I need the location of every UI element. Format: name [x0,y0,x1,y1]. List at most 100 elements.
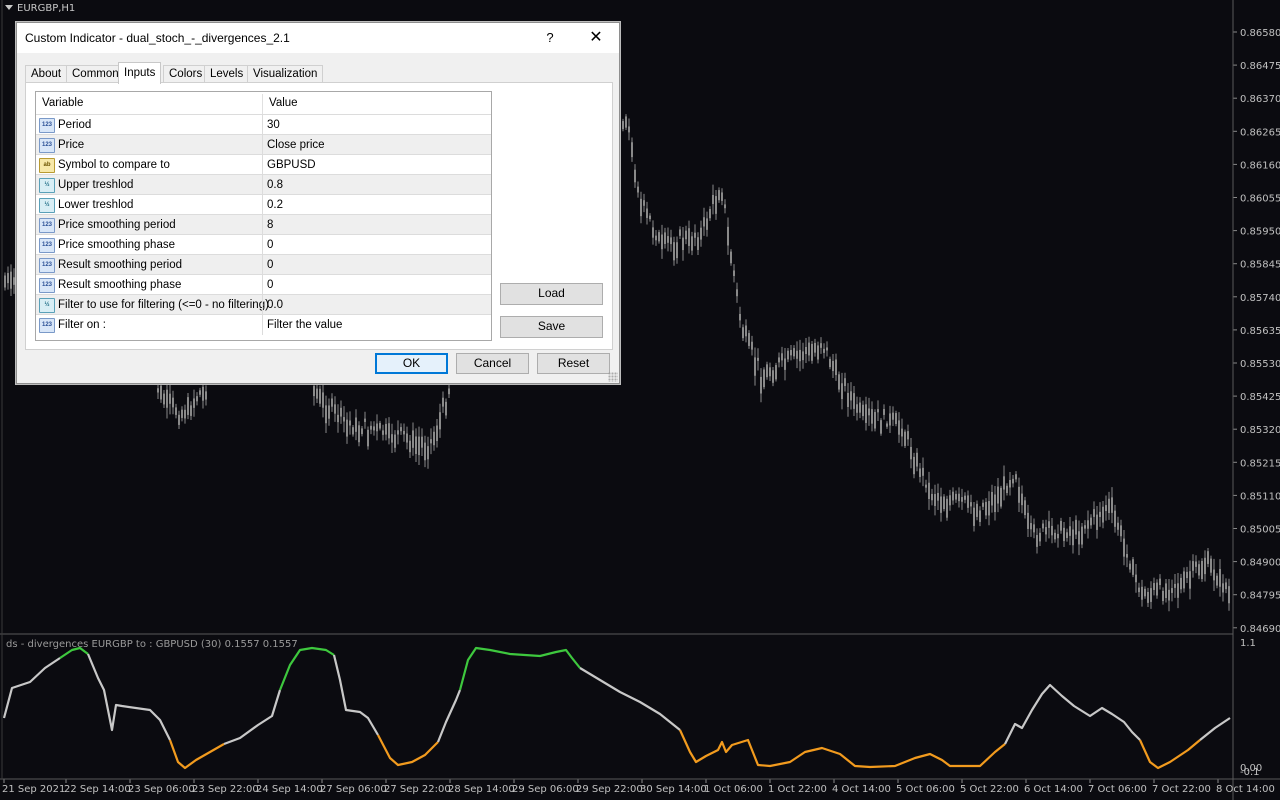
candle-body [661,234,663,250]
value-cell[interactable]: GBPUSD [267,155,316,175]
indicator-line-segment [377,734,439,767]
double-icon: ½ [39,198,55,213]
time-tick-label: 23 Sep 06:00 [128,784,195,795]
tab-levels[interactable]: Levels [204,65,250,83]
candle-body [376,423,378,432]
candle-body [859,402,861,413]
cancel-button[interactable]: Cancel [456,353,529,374]
candle-body [448,388,450,395]
candle-body [1210,558,1212,573]
candle-body [703,217,705,227]
tab-colors[interactable]: Colors [163,65,209,83]
time-tick-label: 29 Sep 22:00 [576,784,643,795]
tab-visualization[interactable]: Visualization [247,65,324,83]
price-tick-label: 0.86055 [1240,194,1280,205]
save-button[interactable]: Save [500,316,603,338]
value-cell[interactable]: Close price [267,135,325,155]
column-header-variable[interactable]: Variable [36,92,83,114]
candle-body [403,430,405,435]
candle-body [1207,551,1209,564]
candle-body [697,237,699,250]
value-cell[interactable]: 0 [267,275,273,295]
tab-common[interactable]: Common [66,65,125,83]
candle-body [958,493,960,502]
dropdown-triangle-icon [5,5,13,10]
candle-body [1072,529,1074,546]
candle-body [718,190,720,201]
table-row[interactable]: ab Symbol to compare to GBPUSD [36,154,491,175]
load-button[interactable]: Load [500,283,603,305]
candle-body [343,417,345,422]
resize-grip-icon[interactable] [608,372,618,382]
variable-cell: Filter on : [58,319,106,331]
candle-body [955,493,957,500]
candle-body [1138,587,1140,593]
candle-body [1045,527,1047,535]
candle-body [1126,554,1128,558]
candle-body [1066,532,1068,538]
candle-body [625,116,627,128]
table-row[interactable]: 123 Result smoothing phase 0 [36,274,491,295]
reset-button[interactable]: Reset [537,353,610,374]
table-row[interactable]: 123 Result smoothing period 0 [36,254,491,275]
candle-body [193,398,195,408]
table-row[interactable]: ½ Filter to use for filtering (<=0 - no f… [36,294,491,315]
time-tick-label: 7 Oct 06:00 [1088,784,1147,795]
inputs-table[interactable]: Variable Value 123 Period 30 123 Price Close … [35,91,492,341]
table-row[interactable]: 123 Price smoothing phase 0 [36,234,491,255]
help-button[interactable]: ? [527,23,573,53]
column-divider [262,155,263,175]
variable-cell: Lower treshlod [58,199,134,211]
candle-body [1165,583,1167,599]
value-cell[interactable]: Filter the value [267,315,342,335]
candle-body [358,425,360,443]
candle-body [943,496,945,510]
candle-body [727,226,729,246]
table-row[interactable]: 123 Period 30 [36,114,491,135]
value-cell[interactable]: 30 [267,115,280,135]
value-cell[interactable]: 0 [267,235,273,255]
candle-body [427,446,429,460]
candle-body [166,389,168,408]
candle-body [895,413,897,424]
candle-body [442,397,444,407]
value-cell[interactable]: 0 [267,255,273,275]
indicator-line-segment [458,646,581,691]
candle-body [829,358,831,368]
candle-body [172,397,174,408]
variable-cell: Symbol to compare to [58,159,170,171]
column-header-value[interactable]: Value [263,92,298,114]
candle-body [175,407,177,415]
candle-body [1123,538,1125,557]
candle-body [892,412,894,420]
dialog-titlebar[interactable]: Custom Indicator - dual_stoch_-_divergen… [17,23,619,53]
value-cell[interactable]: 0.0 [267,295,283,315]
candle-body [712,194,714,205]
candle-body [400,427,402,432]
price-tick-label: 0.85530 [1240,359,1280,370]
table-row[interactable]: 123 Price Close price [36,134,491,155]
table-row[interactable]: ½ Lower treshlod 0.2 [36,194,491,215]
close-icon[interactable]: ✕ [573,23,619,53]
candle-body [685,230,687,240]
candle-body [1018,486,1020,503]
tab-about[interactable]: About [25,65,68,83]
candle-body [790,350,792,356]
table-row[interactable]: ½ Upper treshlod 0.8 [36,174,491,195]
ok-button[interactable]: OK [375,353,448,374]
tab-inputs[interactable]: Inputs [118,62,162,84]
candle-body [439,412,441,430]
table-row[interactable]: 123 Price smoothing period 8 [36,214,491,235]
candle-body [1102,506,1104,523]
price-tick-label: 0.85845 [1240,260,1280,271]
value-cell[interactable]: 0.8 [267,175,283,195]
table-row[interactable]: 123 Filter on : Filter the value [36,314,491,335]
value-cell[interactable]: 8 [267,215,273,235]
candle-body [772,370,774,383]
candle-body [163,393,165,405]
candle-body [871,409,873,424]
value-cell[interactable]: 0.2 [267,195,283,215]
price-axis: 0.86580 0.86475 0.86370 0.86265 0.86160 0.860… [1233,28,1280,635]
candle-body [880,420,882,434]
candle-body [754,357,756,376]
